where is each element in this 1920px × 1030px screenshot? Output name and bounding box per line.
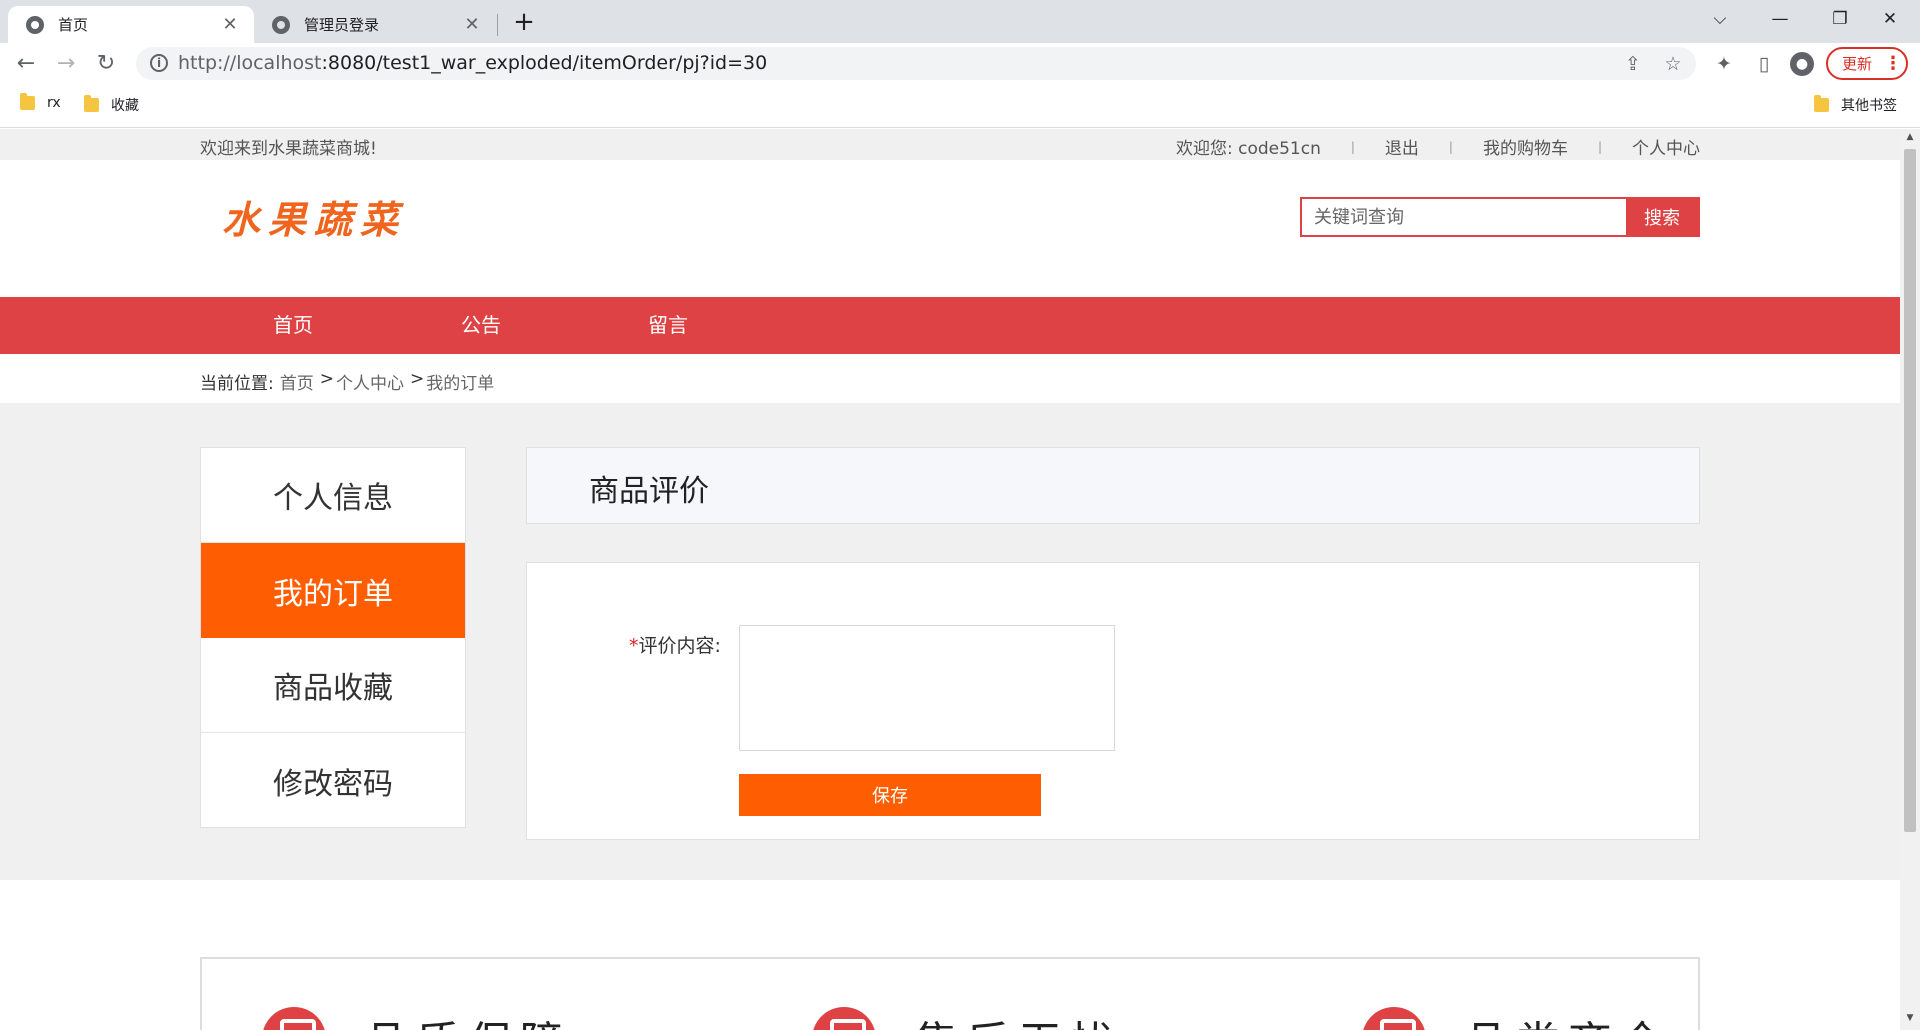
nav-home[interactable]: 首页 xyxy=(273,297,313,354)
tab-separator xyxy=(497,14,498,36)
review-label: *评价内容: xyxy=(629,631,721,658)
browser-tab-strip: 首页 ✕ 管理员登录 ✕ + ⌵ — ❐ ✕ xyxy=(0,0,1920,43)
tab-search-button[interactable]: ⌵ xyxy=(1690,0,1750,38)
bookmarks-bar: rx 收藏 其他书签 xyxy=(0,84,1920,128)
bookmark-label: 其他书签 xyxy=(1841,98,1897,114)
folder-icon xyxy=(1814,95,1829,112)
logout-link[interactable]: 退出 xyxy=(1385,134,1419,159)
feature-title: 品类齐全 xyxy=(1464,1007,1672,1030)
bookmark-other[interactable]: 其他书签 xyxy=(1814,95,1897,115)
welcome-text: 欢迎来到水果蔬菜商城! xyxy=(200,139,377,159)
scroll-up-arrow-icon[interactable]: ▲ xyxy=(1904,132,1916,146)
close-window-button[interactable]: ✕ xyxy=(1860,0,1920,38)
close-icon[interactable]: ✕ xyxy=(462,14,482,35)
forward-button[interactable]: → xyxy=(48,43,84,84)
reload-button[interactable]: ↻ xyxy=(88,43,124,84)
features-strip: 品质保障 售后无忧 品类齐全 xyxy=(200,957,1700,1030)
site-top-bar: 欢迎来到水果蔬菜商城! 欢迎您: code51cn | 退出 | 我的购物车 |… xyxy=(0,129,1900,160)
profile-avatar-icon[interactable]: ● xyxy=(1790,52,1814,76)
side-panel-icon[interactable]: ▯ xyxy=(1752,52,1776,76)
shield-icon xyxy=(262,1007,326,1030)
required-mark: * xyxy=(629,635,639,657)
new-tab-button[interactable]: + xyxy=(506,4,542,40)
url-path: :8080/test1_war_exploded/itemOrder/pj?id… xyxy=(321,52,768,74)
breadcrumb-home[interactable]: 首页 xyxy=(280,369,314,394)
feature-title: 品质保障 xyxy=(364,1007,572,1030)
bookmark-label: 收藏 xyxy=(111,98,139,114)
tab-title: 管理员登录 xyxy=(304,16,380,34)
user-greeting: 欢迎您: code51cn xyxy=(1175,139,1321,159)
side-item-my-orders[interactable]: 我的订单 xyxy=(201,543,465,638)
main-nav: 首页 公告 留言 xyxy=(0,297,1900,354)
nav-message[interactable]: 留言 xyxy=(648,297,688,354)
url-text: http://localhost:8080/test1_war_exploded… xyxy=(178,47,767,80)
feature-aftersales: 售后无忧 xyxy=(812,1007,1122,1030)
update-button[interactable]: 更新 ⋮ xyxy=(1826,47,1908,80)
tab-home[interactable]: 首页 ✕ xyxy=(8,6,254,43)
minimize-button[interactable]: — xyxy=(1750,0,1810,38)
update-label: 更新 xyxy=(1842,55,1873,73)
bookmark-favorites[interactable]: 收藏 xyxy=(84,95,139,115)
folder-icon xyxy=(84,95,99,112)
review-textarea[interactable] xyxy=(739,625,1115,751)
user-links: 欢迎您: code51cn | 退出 | 我的购物车 | 个人中心 xyxy=(1176,134,1700,159)
link-separator: | xyxy=(1448,139,1453,154)
shield-icon xyxy=(812,1007,876,1030)
shield-icon xyxy=(1362,1007,1426,1030)
profile-link[interactable]: 个人中心 xyxy=(1632,134,1700,159)
page-viewport: 欢迎来到水果蔬菜商城! 欢迎您: code51cn | 退出 | 我的购物车 |… xyxy=(0,129,1900,1030)
save-button[interactable]: 保存 xyxy=(739,774,1041,816)
feature-quality: 品质保障 xyxy=(262,1007,572,1030)
cart-link[interactable]: 我的购物车 xyxy=(1483,134,1568,159)
breadcrumb-sep: > xyxy=(319,369,334,389)
bookmark-rx[interactable]: rx xyxy=(20,93,61,111)
nav-notice[interactable]: 公告 xyxy=(461,297,501,354)
breadcrumb-orders[interactable]: 我的订单 xyxy=(426,369,494,394)
page-title: 商品评价 xyxy=(589,474,709,509)
breadcrumb-prefix: 当前位置: xyxy=(200,374,274,394)
info-icon[interactable]: i xyxy=(150,54,168,72)
content-area: 个人信息 我的订单 商品收藏 修改密码 商品评价 *评价内容: 保存 xyxy=(0,403,1900,880)
tab-title: 首页 xyxy=(58,16,89,34)
link-separator: | xyxy=(1597,139,1602,154)
search-box: 搜索 xyxy=(1300,197,1700,237)
feature-title: 售后无忧 xyxy=(914,1007,1122,1030)
share-icon[interactable]: ⇪ xyxy=(1622,53,1644,75)
globe-icon xyxy=(26,15,44,34)
star-icon[interactable]: ☆ xyxy=(1662,53,1684,75)
panel-header: 商品评价 xyxy=(526,447,1700,524)
site-logo[interactable]: 水果蔬菜 xyxy=(222,189,406,244)
breadcrumb-profile[interactable]: 个人中心 xyxy=(336,369,404,394)
scroll-down-arrow-icon[interactable]: ▼ xyxy=(1904,1013,1916,1027)
search-input[interactable] xyxy=(1302,199,1626,235)
browser-toolbar: ← → ↻ i http://localhost:8080/test1_war_… xyxy=(0,43,1920,84)
review-label-text: 评价内容: xyxy=(638,635,721,657)
side-item-change-password[interactable]: 修改密码 xyxy=(201,733,465,828)
address-bar[interactable]: i http://localhost:8080/test1_war_explod… xyxy=(136,47,1696,80)
folder-icon xyxy=(20,93,35,110)
link-separator: | xyxy=(1350,139,1355,154)
globe-icon xyxy=(272,15,290,34)
breadcrumb-sep: > xyxy=(409,369,425,389)
scroll-thumb[interactable] xyxy=(1904,149,1916,832)
bookmark-label: rx xyxy=(47,95,61,111)
extensions-icon[interactable]: ✦ xyxy=(1712,52,1736,76)
menu-dots-icon: ⋮ xyxy=(1884,53,1903,74)
page-scrollbar[interactable]: ▲ ▼ xyxy=(1900,129,1920,1030)
side-menu: 个人信息 我的订单 商品收藏 修改密码 xyxy=(200,447,466,828)
side-item-profile-info[interactable]: 个人信息 xyxy=(201,448,465,543)
search-button[interactable]: 搜索 xyxy=(1626,199,1698,235)
back-button[interactable]: ← xyxy=(8,43,44,84)
close-icon[interactable]: ✕ xyxy=(220,14,240,35)
breadcrumb: 当前位置: 首页 > 个人中心 > 我的订单 xyxy=(200,369,494,394)
url-host: http://localhost xyxy=(178,52,322,74)
tab-admin-login[interactable]: 管理员登录 ✕ xyxy=(254,6,496,43)
feature-variety: 品类齐全 xyxy=(1362,1007,1672,1030)
side-item-favorites[interactable]: 商品收藏 xyxy=(201,638,465,733)
review-form: *评价内容: 保存 xyxy=(526,562,1700,840)
